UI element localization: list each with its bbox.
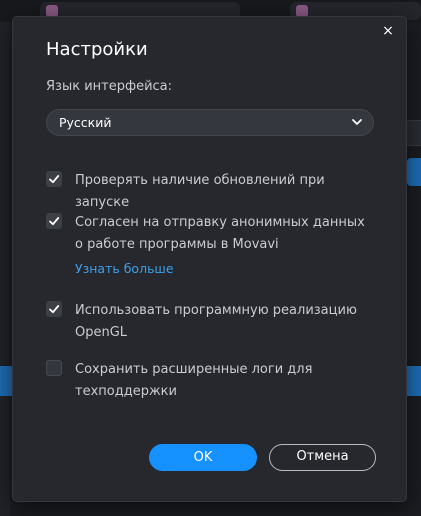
background-field	[406, 120, 421, 146]
chevron-down-icon	[352, 119, 362, 125]
cancel-button[interactable]: Отмена	[269, 444, 376, 471]
language-select-value: Русский	[59, 115, 112, 130]
check-icon	[49, 217, 60, 226]
learn-more-link[interactable]: Узнать больше	[75, 261, 174, 276]
background-blue-strip	[0, 366, 12, 396]
language-label: Язык интерфейса:	[46, 79, 173, 94]
background-left-panel	[0, 22, 10, 516]
dialog-title: Настройки	[46, 39, 148, 60]
background-blue-button	[407, 158, 421, 186]
language-select[interactable]: Русский	[46, 109, 374, 136]
extended-logs-checkbox[interactable]	[46, 360, 62, 376]
anonymous-data-checkbox[interactable]	[46, 213, 62, 229]
settings-dialog: × Настройки Язык интерфейса: Русский Про…	[12, 16, 407, 502]
ok-button[interactable]: OK	[149, 444, 257, 471]
opengl-checkbox[interactable]	[46, 301, 62, 317]
extended-logs-label: Сохранить расширенные логи для техподдер…	[75, 362, 313, 399]
check-icon	[49, 305, 60, 314]
close-icon[interactable]: ×	[381, 24, 395, 38]
check-updates-checkbox[interactable]	[46, 171, 62, 187]
opengl-label: Использовать программную реализацию Open…	[75, 303, 357, 340]
anonymous-data-label: Согласен на отправку анонимных данных о …	[75, 215, 365, 252]
check-updates-label: Проверять наличие обновлений при запуске	[75, 173, 325, 210]
background-blue-strip	[407, 366, 421, 396]
check-icon	[49, 175, 60, 184]
